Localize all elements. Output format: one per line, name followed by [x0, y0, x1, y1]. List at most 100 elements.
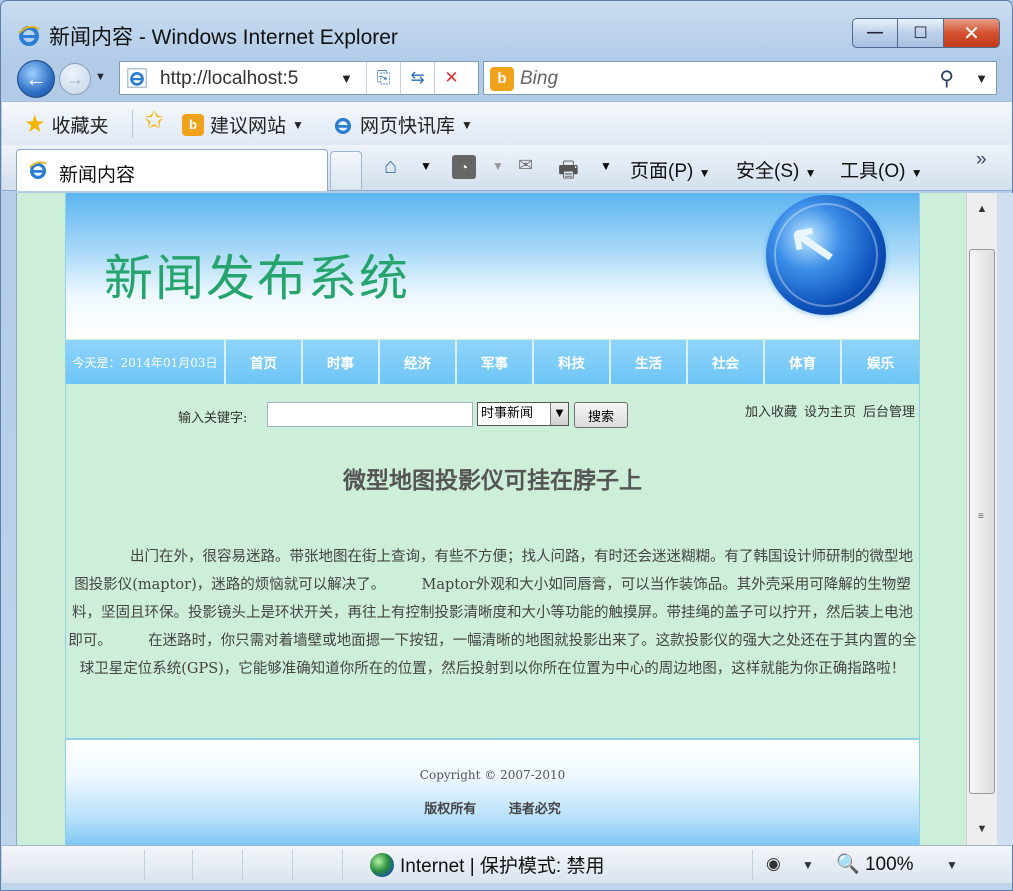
new-tab-button[interactable] — [330, 151, 362, 189]
security-zone[interactable]: Internet | 保护模式: 禁用 — [370, 851, 604, 878]
nav-item-military[interactable]: 军事 — [457, 340, 534, 384]
site-title: 新闻发布系统 — [104, 250, 411, 307]
home-icon[interactable]: ⌂ — [384, 153, 397, 179]
browser-window: 新闻内容 - Windows Internet Explorer — ☐ ✕ ←… — [0, 0, 1013, 891]
maximize-button[interactable]: ☐ — [898, 18, 944, 48]
fav-item-suggested-sites[interactable]: b 建议网站 ▼ — [182, 111, 304, 138]
fav-item-label: 网页快讯库 — [360, 116, 456, 137]
category-select[interactable]: 时事新闻 ▼ — [477, 402, 569, 426]
bing-icon: b — [490, 67, 514, 91]
news-page: 新闻发布系统 ↖ 今天是：2014年01月03日 首页 时事 经济 军事 科技 … — [65, 193, 920, 845]
refresh-icon[interactable]: ⇆ — [400, 62, 434, 94]
status-divider — [242, 850, 243, 880]
address-bar[interactable]: http://localhost:5 ▼ ⎘ ⇆ ✕ — [119, 61, 479, 95]
search-box[interactable]: b Bing ⚲ ▼ — [483, 61, 997, 95]
window-controls: — ☐ ✕ — [852, 18, 1000, 48]
title-bar: 新闻内容 - Windows Internet Explorer — ☐ ✕ — [1, 1, 1012, 55]
compatibility-view-icon[interactable]: ⎘ — [366, 62, 400, 94]
tools-menu[interactable]: 工具(O) ▼ — [840, 156, 923, 183]
current-date: 今天是：2014年01月03日 — [66, 340, 226, 384]
page-menu[interactable]: 页面(P) ▼ — [630, 156, 711, 183]
copyright-text: Copyright © 2007-2010 — [419, 768, 566, 782]
read-mail-icon[interactable]: ✉ — [518, 155, 533, 176]
keyword-input[interactable] — [267, 402, 473, 427]
status-divider — [752, 850, 753, 880]
close-button[interactable]: ✕ — [944, 18, 1000, 48]
site-footer: Copyright © 2007-2010 版权所有 违者必究 — [66, 738, 919, 845]
site-banner: 新闻发布系统 ↖ — [66, 193, 919, 339]
admin-link[interactable]: 后台管理 — [863, 401, 915, 420]
page-ie-icon — [127, 68, 147, 88]
nav-item-life[interactable]: 生活 — [611, 340, 688, 384]
favorites-label: 收藏夹 — [51, 116, 109, 137]
nav-item-technology[interactable]: 科技 — [534, 340, 611, 384]
scroll-down-icon[interactable]: ▼ — [967, 815, 997, 843]
scroll-up-icon[interactable]: ▲ — [967, 195, 997, 223]
globe-logo-icon: ↖ — [766, 195, 886, 315]
search-button[interactable]: 搜索 — [574, 402, 628, 428]
protected-mode-icon[interactable]: ◉ — [766, 854, 781, 874]
article-body: 出门在外，很容易迷路。带张地图在街上查询，有些不方便；找人问路，有时还会迷迷糊糊… — [68, 549, 917, 677]
favorites-button[interactable]: ★ 收藏夹 — [24, 111, 109, 138]
chevron-down-icon: ▼ — [292, 117, 304, 132]
nav-item-economy[interactable]: 经济 — [380, 340, 457, 384]
command-bar: 新闻内容 ⌂ ▼ ◔ ▼ ✉ 🖶 ▼ 页面(P) ▼ 安全(S) ▼ 工具(O)… — [2, 145, 1012, 191]
nav-item-home[interactable]: 首页 — [226, 340, 303, 384]
forward-button[interactable]: → — [59, 63, 91, 95]
window-title: 新闻内容 - Windows Internet Explorer — [49, 26, 398, 49]
fav-item-label: 建议网站 — [210, 116, 287, 137]
feeds-dropdown-icon[interactable]: ▼ — [492, 159, 504, 173]
status-divider — [192, 850, 193, 880]
search-options-dropdown[interactable]: ▼ — [975, 71, 988, 86]
tab-label: 新闻内容 — [59, 165, 136, 186]
zoom-control[interactable]: 🔍 100% — [836, 852, 914, 876]
nav-item-current-affairs[interactable]: 时事 — [303, 340, 380, 384]
fav-item-web-slice-gallery[interactable]: 网页快讯库 ▼ — [332, 111, 473, 138]
top-links: 加入收藏 设为主页 后台管理 — [745, 401, 915, 420]
url-input[interactable]: http://localhost:5 — [160, 68, 340, 90]
stop-icon[interactable]: ✕ — [434, 62, 468, 94]
tab-news-content[interactable]: 新闻内容 — [16, 149, 328, 191]
status-bar: Internet | 保护模式: 禁用 ◉ ▼ 🔍 100% ▼ — [2, 845, 1012, 883]
page-menu-label: 页面(P) — [630, 161, 694, 182]
scroll-thumb[interactable]: ≡ — [969, 249, 995, 794]
add-favorite-button[interactable]: ✩ — [144, 107, 165, 134]
site-search: 输入关键字: 时事新闻 ▼ 搜索 加入收藏 设为主页 后台管理 — [66, 401, 919, 431]
chevron-down-icon: ▼ — [910, 166, 923, 180]
address-row: ← → ▼ http://localhost:5 ▼ ⎘ ⇆ ✕ b Bing … — [1, 57, 1012, 99]
print-icon[interactable]: 🖶 — [558, 153, 579, 191]
more-commands-icon[interactable]: » — [976, 149, 987, 171]
internet-globe-icon — [370, 852, 394, 877]
feeds-icon[interactable]: ◔ — [452, 155, 476, 179]
tools-menu-label: 工具(O) — [840, 161, 906, 182]
safety-menu-label: 安全(S) — [736, 161, 800, 182]
chevron-down-icon[interactable]: ▼ — [550, 403, 568, 425]
recent-pages-dropdown[interactable]: ▼ — [95, 71, 106, 83]
back-button[interactable]: ← — [17, 60, 55, 98]
nav-item-sports[interactable]: 体育 — [765, 340, 842, 384]
add-bookmark-link[interactable]: 加入收藏 — [745, 401, 797, 420]
nav-item-society[interactable]: 社会 — [688, 340, 765, 384]
keyword-label: 输入关键字: — [178, 411, 248, 426]
chevron-down-icon: ▼ — [804, 166, 817, 180]
home-dropdown-icon[interactable]: ▼ — [420, 159, 432, 173]
separator — [132, 110, 133, 138]
print-dropdown-icon[interactable]: ▼ — [600, 159, 612, 173]
safety-menu[interactable]: 安全(S) ▼ — [736, 156, 817, 183]
ie-logo-icon — [18, 25, 40, 46]
zoom-dropdown-icon[interactable]: ▼ — [946, 858, 958, 872]
set-homepage-link[interactable]: 设为主页 — [804, 401, 856, 420]
nav-item-entertainment[interactable]: 娱乐 — [842, 340, 919, 384]
minimize-button[interactable]: — — [852, 18, 898, 48]
category-selected: 时事新闻 — [481, 406, 534, 421]
article-title: 微型地图投影仪可挂在脖子上 — [343, 467, 642, 494]
url-dropdown-icon[interactable]: ▼ — [340, 71, 353, 86]
search-icon[interactable]: ⚲ — [939, 66, 954, 91]
chevron-down-icon: ▼ — [461, 117, 473, 132]
search-input[interactable]: Bing — [520, 68, 558, 90]
back-arrow-icon: ← — [25, 66, 47, 91]
vertical-scrollbar[interactable]: ▲ ≡ ▼ — [966, 193, 997, 845]
add-to-favorites-icon: ✩ — [144, 107, 165, 134]
chevron-down-icon[interactable]: ▼ — [802, 858, 814, 872]
site-nav: 今天是：2014年01月03日 首页 时事 经济 军事 科技 生活 社会 体育 … — [66, 340, 919, 384]
